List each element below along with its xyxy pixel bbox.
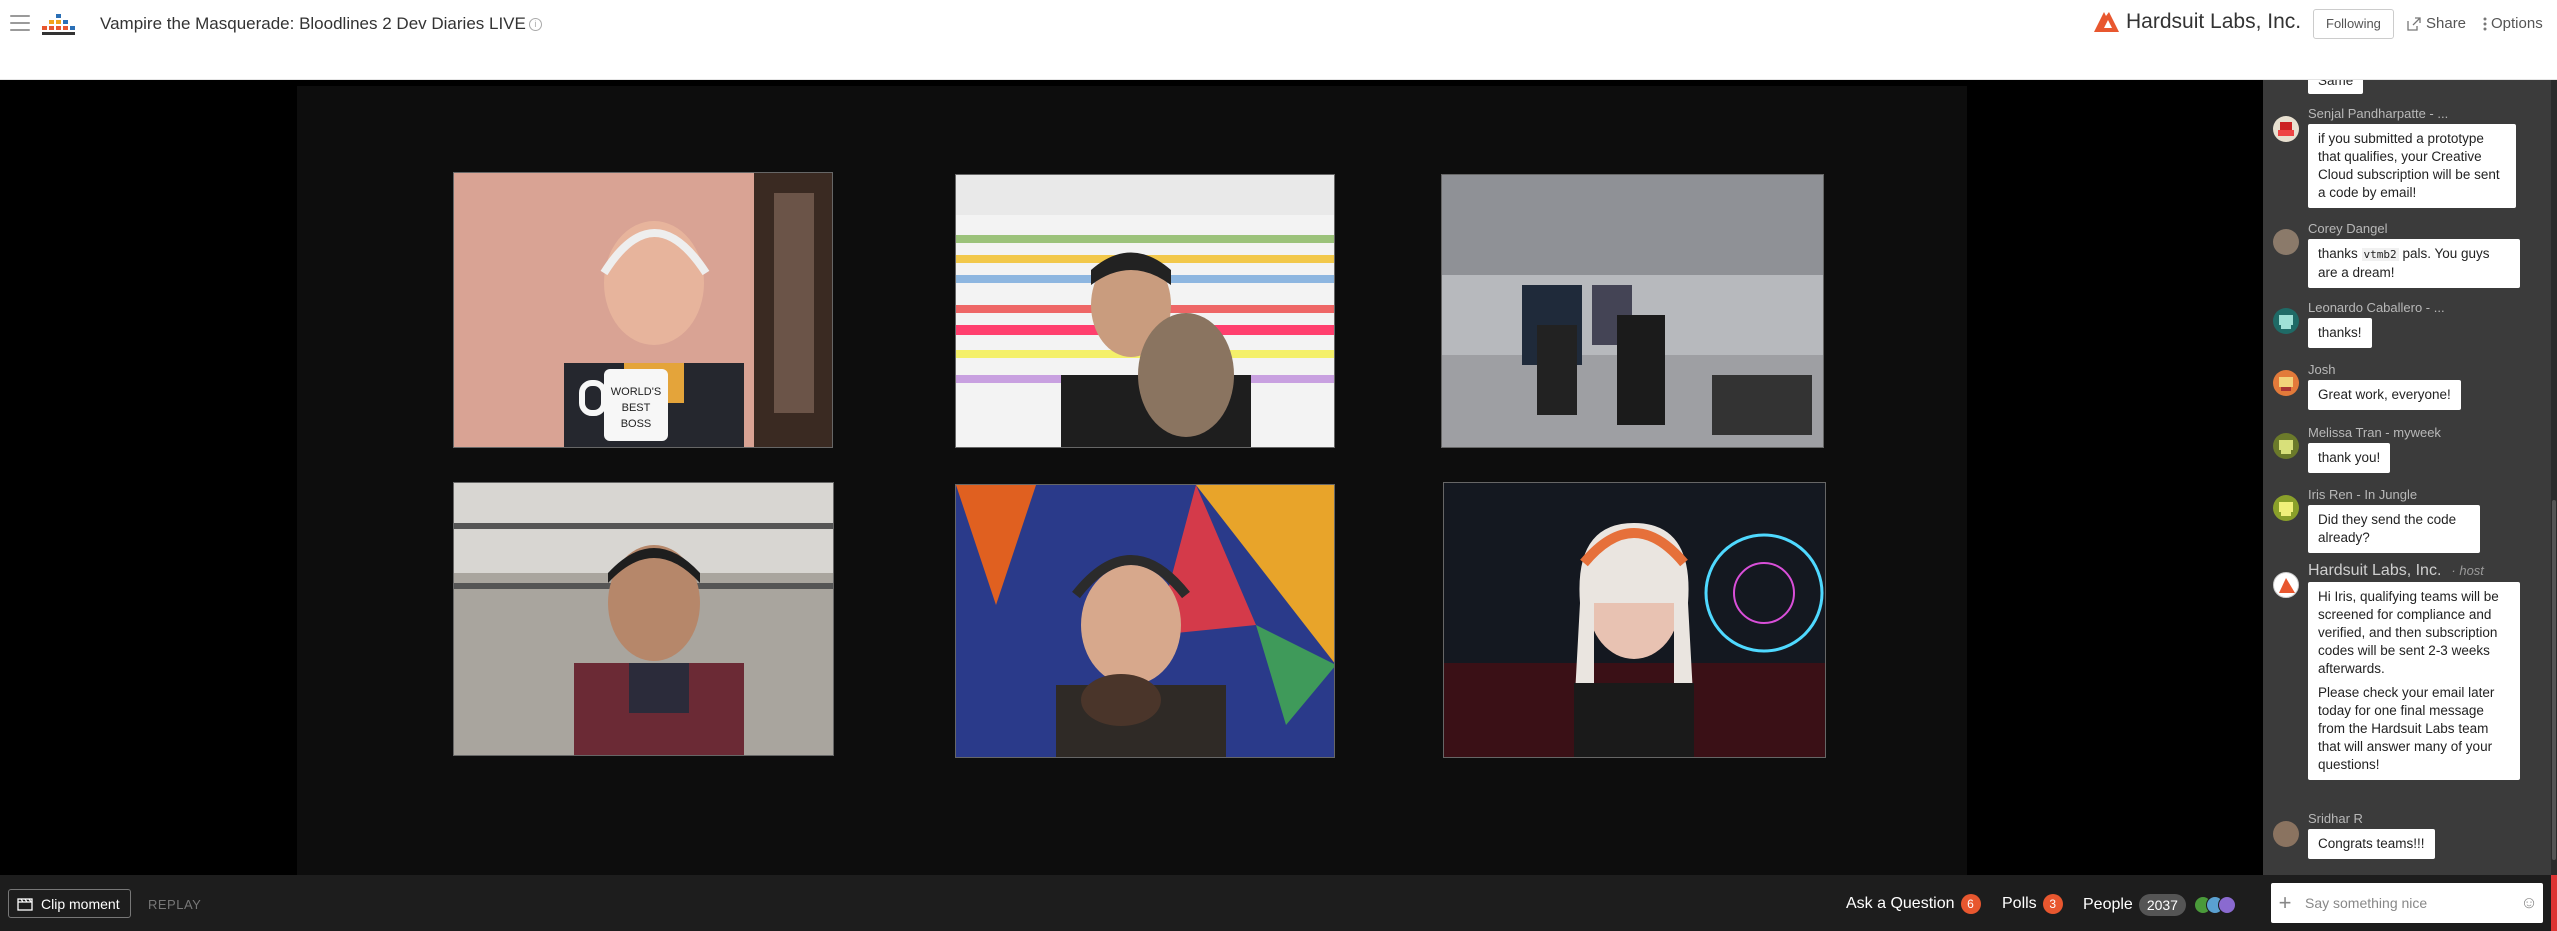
video-grid: WORLD'S BEST BOSS [297, 86, 1967, 875]
video-stage[interactable]: WORLD'S BEST BOSS [0, 80, 2263, 875]
viewer-avatar [2217, 896, 2236, 914]
people-avatars [2193, 896, 2236, 914]
info-icon[interactable]: i [528, 18, 542, 31]
chat-username[interactable]: Josh [2308, 362, 2335, 377]
event-title: Vampire the Masquerade: Bloodlines 2 Dev… [100, 14, 542, 34]
clip-icon [17, 897, 33, 911]
participant-video-3 [1442, 175, 1823, 447]
user-avatar[interactable] [2273, 495, 2299, 521]
menu-icon[interactable] [10, 15, 30, 31]
chat-bubble: thanks! [2308, 318, 2372, 348]
chat-username[interactable]: Senjal Pandharpatte - ... [2308, 106, 2448, 121]
bottom-bar: Clip moment REPLAY Ask a Question 6 Poll… [0, 875, 2263, 931]
video-tile-4[interactable] [453, 482, 834, 756]
participant-video-6 [1444, 483, 1825, 757]
ask-count-badge: 6 [1960, 894, 1981, 914]
hardsuit-logo-icon [2094, 12, 2119, 32]
user-avatar[interactable] [2273, 821, 2299, 847]
chat-bubble: thank you! [2308, 443, 2391, 473]
video-tile-1[interactable]: WORLD'S BEST BOSS [453, 172, 833, 448]
svg-text:BOSS: BOSS [621, 418, 652, 430]
people-count-badge: 2037 [2138, 894, 2186, 916]
chat-input[interactable] [2299, 895, 2515, 911]
brand-name: Hardsuit Labs, Inc. [2126, 10, 2302, 33]
polls-button[interactable]: Polls 3 [2002, 894, 2063, 914]
host-avatar[interactable] [2273, 572, 2299, 598]
chat-bubble: Congrats teams!!! [2308, 829, 2435, 859]
chat-bubble: Did they send the code already? [2308, 505, 2480, 553]
chat-bubble: if you submitted a prototype that qualif… [2308, 124, 2516, 208]
participant-video-1: WORLD'S BEST BOSS [454, 173, 832, 447]
user-avatar[interactable] [2273, 308, 2299, 334]
user-avatar[interactable] [2273, 433, 2299, 459]
user-avatar[interactable] [2273, 116, 2299, 142]
replay-label: REPLAY [148, 897, 202, 912]
chat-username[interactable]: Iris Ren - In Jungle [2308, 487, 2417, 502]
participant-video-2 [956, 175, 1334, 447]
chat-bubble: Hi Iris, qualifying teams will be screen… [2308, 582, 2520, 684]
kebab-icon [2483, 17, 2487, 30]
user-avatar[interactable] [2273, 229, 2299, 255]
chat-scroll-thumb[interactable] [2552, 500, 2556, 860]
chat-scrollbar[interactable] [2551, 80, 2557, 875]
app-logo-icon [42, 14, 75, 35]
brand[interactable]: Hardsuit Labs, Inc. [2092, 10, 2301, 34]
share-icon [2407, 16, 2421, 31]
sub-bar [0, 50, 2557, 80]
accent-edge [2551, 875, 2557, 931]
people-button[interactable]: People 2037 [2083, 894, 2236, 916]
chat-username[interactable]: Corey Dangel [2308, 221, 2388, 236]
video-tile-5[interactable] [955, 484, 1335, 758]
plus-icon[interactable]: + [2271, 890, 2299, 916]
chat-bubble: Please check your email later today for … [2308, 678, 2520, 780]
chat-input-area: + ☺ [2263, 875, 2557, 931]
chat-bubble: Great work, everyone! [2308, 380, 2461, 410]
chat-username[interactable]: Melissa Tran - myweek [2308, 425, 2441, 440]
svg-text:WORLD'S: WORLD'S [611, 386, 661, 398]
video-tile-2[interactable] [955, 174, 1335, 448]
participant-video-4 [454, 483, 833, 755]
following-button[interactable]: Following [2313, 9, 2394, 39]
user-avatar[interactable] [2273, 370, 2299, 396]
chat-bubble-partial: Same [2308, 80, 2364, 94]
host-tag: · host [2451, 563, 2484, 578]
chat-username-host[interactable]: Hardsuit Labs, Inc. · host [2308, 562, 2484, 580]
clip-moment-button[interactable]: Clip moment [8, 889, 131, 918]
video-tile-3[interactable] [1441, 174, 1824, 448]
chat-bubble: thanks vtmb2 pals. You guys are a dream! [2308, 239, 2520, 288]
emoji-icon[interactable]: ☺ [2515, 893, 2543, 913]
share-button[interactable]: Share [2407, 15, 2466, 32]
chat-input-box[interactable]: + ☺ [2271, 883, 2543, 923]
chat-username[interactable]: Sridhar R [2308, 811, 2363, 826]
polls-count-badge: 3 [2042, 894, 2063, 914]
video-tile-6[interactable] [1443, 482, 1826, 758]
participant-video-5 [956, 485, 1334, 757]
chat-panel[interactable]: Same Senjal Pandharpatte - ... if you su… [2263, 80, 2551, 875]
ask-question-button[interactable]: Ask a Question 6 [1846, 894, 1981, 914]
top-bar: Vampire the Masquerade: Bloodlines 2 Dev… [0, 0, 2557, 50]
svg-text:BEST: BEST [622, 402, 651, 414]
options-button[interactable]: Options [2483, 15, 2543, 32]
chat-username[interactable]: Leonardo Caballero - ... [2308, 300, 2445, 315]
